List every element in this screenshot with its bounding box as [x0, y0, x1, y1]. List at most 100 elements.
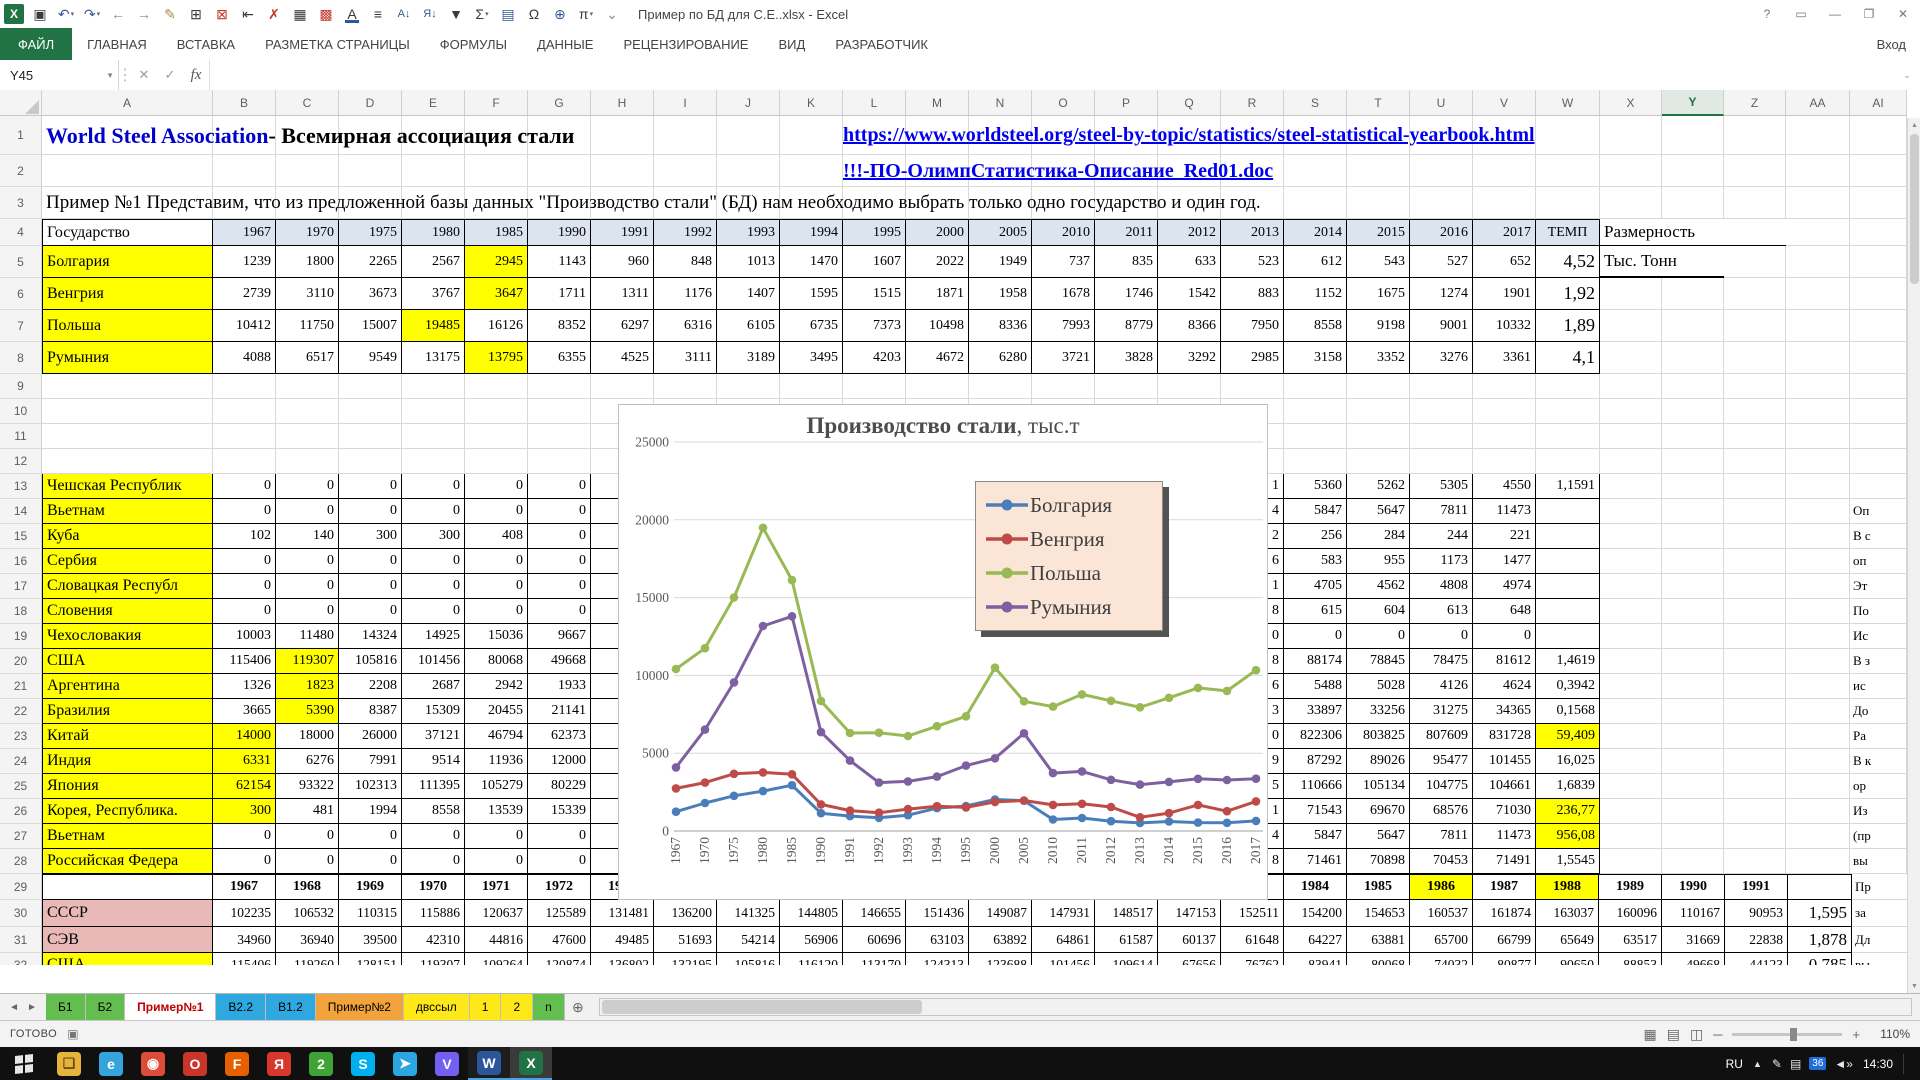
value-cell[interactable]: 1176	[654, 278, 717, 310]
cell-T12[interactable]	[1347, 449, 1410, 474]
value-cell[interactable]: 831728	[1473, 724, 1536, 749]
data-point[interactable]	[1078, 690, 1087, 699]
value-cell[interactable]: 115886	[402, 900, 465, 927]
value-cell[interactable]: 62373	[528, 724, 591, 749]
cell[interactable]	[1600, 674, 1662, 699]
column-header-I[interactable]: I	[654, 90, 717, 116]
cell-X3[interactable]	[1600, 187, 1662, 219]
value-cell[interactable]: 613	[1410, 599, 1473, 624]
value-cell[interactable]: 19485	[402, 310, 465, 342]
expand-formula-bar-icon[interactable]: ⌄	[1894, 60, 1920, 90]
value-cell[interactable]: 62154	[213, 774, 276, 799]
cell-K1[interactable]	[780, 116, 843, 155]
value-cell[interactable]: 147931	[1032, 900, 1095, 927]
column-header-K[interactable]: K	[780, 90, 843, 116]
value-cell[interactable]: 71030	[1473, 799, 1536, 824]
cell[interactable]	[1600, 524, 1662, 549]
value-cell[interactable]: 78845	[1347, 649, 1410, 674]
value-cell[interactable]: 0	[276, 599, 339, 624]
data-point[interactable]	[817, 728, 826, 737]
value-cell[interactable]: 70898	[1347, 849, 1410, 874]
cell-A12[interactable]	[42, 449, 213, 474]
value-cell[interactable]: 141325	[717, 900, 780, 927]
cell[interactable]	[1600, 574, 1662, 599]
value-cell[interactable]: 49668	[528, 649, 591, 674]
cell[interactable]	[1724, 310, 1786, 342]
value-cell[interactable]: 0	[465, 549, 528, 574]
value-cell[interactable]: 120874	[528, 953, 591, 965]
zoom-in-icon[interactable]: +	[1852, 1027, 1860, 1042]
row-header-3[interactable]: 3	[0, 187, 42, 219]
value-cell[interactable]: 0	[528, 849, 591, 874]
value-cell[interactable]: 119307	[402, 953, 465, 965]
value-cell[interactable]: 119307	[276, 649, 339, 674]
value-cell[interactable]: 11473	[1473, 499, 1536, 524]
sheet-tab-В2.2[interactable]: В2.2	[216, 994, 266, 1020]
value-cell[interactable]: 543	[1347, 246, 1410, 278]
sheet-tab-Б1[interactable]: Б1	[46, 994, 86, 1020]
value-cell[interactable]: 101456	[402, 649, 465, 674]
taskbar-internet-explorer-icon[interactable]: e	[90, 1047, 132, 1080]
filter-icon[interactable]: ▼	[444, 2, 468, 26]
value-cell[interactable]: 8387	[339, 699, 402, 724]
value-cell[interactable]: 34365	[1473, 699, 1536, 724]
cell-G12[interactable]	[528, 449, 591, 474]
value-cell[interactable]: 1949	[969, 246, 1032, 278]
row-header-30[interactable]: 30	[0, 900, 42, 927]
value-cell[interactable]: 154200	[1284, 900, 1347, 927]
row-header-9[interactable]: 9	[0, 374, 42, 399]
value-cell[interactable]: 154653	[1347, 900, 1410, 927]
cell-U2[interactable]	[1410, 155, 1473, 187]
merge-cells-icon[interactable]: ▦	[288, 2, 312, 26]
year-header-1969[interactable]: 1969	[339, 874, 402, 900]
data-point[interactable]	[1165, 694, 1174, 703]
cell-Z10[interactable]	[1724, 399, 1786, 424]
country-17[interactable]: Словацкая Республ	[42, 574, 213, 599]
row-header-12[interactable]: 12	[0, 449, 42, 474]
value-cell[interactable]: 0	[402, 599, 465, 624]
value-cell[interactable]: 54214	[717, 927, 780, 953]
cell-Z9[interactable]	[1724, 374, 1786, 399]
row-header-11[interactable]: 11	[0, 424, 42, 449]
row-header-2[interactable]: 2	[0, 155, 42, 187]
cell[interactable]	[1786, 524, 1850, 549]
value-cell[interactable]: 1477	[1473, 549, 1536, 574]
value-cell[interactable]: 3495	[780, 342, 843, 374]
value-cell[interactable]: 81612	[1473, 649, 1536, 674]
value-cell[interactable]: 3276	[1410, 342, 1473, 374]
cell[interactable]	[1724, 774, 1786, 799]
year-header-1985[interactable]: 1985	[1347, 874, 1410, 900]
value-cell[interactable]: 33256	[1347, 699, 1410, 724]
value-cell[interactable]: 1152	[1284, 278, 1347, 310]
tray-volume-icon[interactable]: ◄»	[1834, 1057, 1853, 1071]
value-cell[interactable]: 5390	[276, 699, 339, 724]
delete-cells-icon[interactable]: ⊠	[210, 2, 234, 26]
row-header-23[interactable]: 23	[0, 724, 42, 749]
cell-AA10[interactable]	[1786, 399, 1850, 424]
cell-AI11[interactable]	[1850, 424, 1907, 449]
value-cell[interactable]: 65700	[1410, 927, 1473, 953]
value-cell[interactable]: 0	[276, 849, 339, 874]
column-header-A[interactable]: A	[42, 90, 213, 116]
temp-value[interactable]: 0,3942	[1536, 674, 1600, 699]
cell[interactable]	[1786, 774, 1850, 799]
year-header-1988[interactable]: 1988	[1536, 874, 1599, 900]
cell-U12[interactable]	[1410, 449, 1473, 474]
value-cell[interactable]: 74032	[1410, 953, 1473, 965]
cell-C10[interactable]	[276, 399, 339, 424]
year-header-1993[interactable]: 1993	[717, 219, 780, 246]
value-cell[interactable]: 22838	[1725, 927, 1788, 953]
cell-A4[interactable]: Государство	[42, 219, 213, 246]
cell[interactable]	[1724, 524, 1786, 549]
temp-value[interactable]: 4,1	[1536, 342, 1600, 374]
value-cell[interactable]: 66799	[1473, 927, 1536, 953]
cell-V12[interactable]	[1473, 449, 1536, 474]
value-cell[interactable]: 2265	[339, 246, 402, 278]
ribbon-tab-главная[interactable]: ГЛАВНАЯ	[72, 28, 162, 60]
country-24[interactable]: Индия	[42, 749, 213, 774]
legend-item-Венгрия[interactable]: Венгрия	[984, 522, 1154, 556]
value-cell[interactable]: 1239	[213, 246, 276, 278]
cell-T9[interactable]	[1347, 374, 1410, 399]
value-cell[interactable]: 46794	[465, 724, 528, 749]
cell-AI2[interactable]	[1850, 155, 1907, 187]
